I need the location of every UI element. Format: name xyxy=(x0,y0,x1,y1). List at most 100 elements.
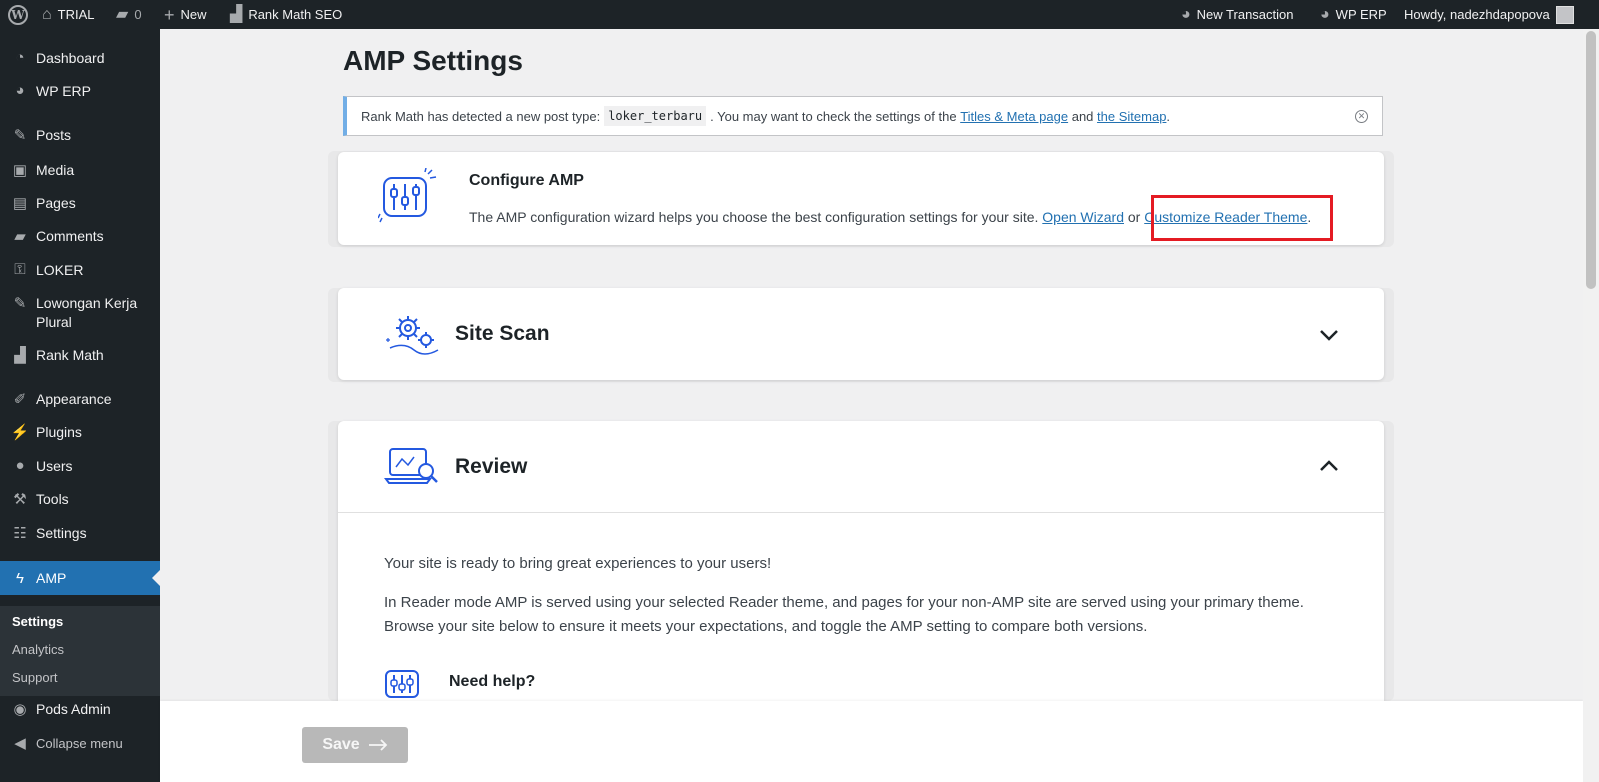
arrow-right-icon xyxy=(368,739,387,751)
sidebar-item-label: AMP xyxy=(36,569,67,586)
home-icon: ⌂ xyxy=(42,5,52,23)
sidebar-item-lowongan-kerja-plural[interactable]: ✎ Lowongan Kerja Plural xyxy=(0,294,160,332)
sidebar-item-label: Pages xyxy=(36,195,76,211)
user-icon: ● xyxy=(15,457,25,474)
sidebar-item-media[interactable]: ▣ Media xyxy=(0,161,160,180)
sidebar-item-label: Posts xyxy=(36,127,72,143)
sidebar-item-rank-math[interactable]: ▟ Rank Math xyxy=(0,346,160,365)
sidebar-item-wp-erp[interactable]: ◕ WP ERP xyxy=(0,82,160,101)
sidebar-item-label: Settings xyxy=(36,525,87,541)
notice-text: Rank Math has detected a new post type: xyxy=(361,108,601,124)
help-sliders-icon xyxy=(385,670,419,698)
page-title: AMP Settings xyxy=(343,45,523,76)
sidebar-item-dashboard[interactable]: ◔ Dashboard xyxy=(0,49,160,68)
sidebar-item-label: Media xyxy=(36,162,75,178)
avatar xyxy=(1555,5,1574,24)
comments-link[interactable]: ▰ 0 xyxy=(116,0,142,29)
erp-icon: ◕ xyxy=(1320,5,1330,23)
comment-icon: ▰ xyxy=(116,5,129,23)
configure-amp-title: Configure AMP xyxy=(469,172,584,189)
new-transaction-label: New Transaction xyxy=(1196,7,1294,22)
rank-math-link[interactable]: ▟ Rank Math SEO xyxy=(230,0,342,29)
admin-bar: W ⌂ TRIAL ▰ 0 + New ▟ Rank Math SEO ◕ Ne… xyxy=(0,0,1599,29)
submenu-item-analytics[interactable]: Analytics xyxy=(12,642,64,657)
save-bar: Save xyxy=(160,701,1583,782)
notice-text: . xyxy=(1166,108,1171,124)
dismiss-notice-icon[interactable]: ✕ xyxy=(1355,110,1368,123)
review-ready-text: Your site is ready to bring great experi… xyxy=(384,555,772,572)
pin-icon: ✎ xyxy=(13,127,27,144)
pods-icon: ◉ xyxy=(13,701,27,718)
chevron-up-icon[interactable] xyxy=(1318,455,1340,477)
or-text: or xyxy=(1127,209,1141,225)
sidebar-item-amp[interactable]: ϟ AMP xyxy=(0,561,160,595)
sidebar-item-label: Comments xyxy=(36,228,104,244)
active-indicator xyxy=(152,570,160,586)
collapse-icon: ◀ xyxy=(14,735,26,752)
post-type-code: loker_terbaru xyxy=(604,106,707,126)
wordpress-logo-button[interactable]: W xyxy=(8,0,28,29)
erp-icon: ◕ xyxy=(15,82,25,99)
site-scan-gears-icon xyxy=(386,316,439,355)
review-card: Review Your site is ready to bring great… xyxy=(338,421,1384,701)
sidebar-item-label: WP ERP xyxy=(36,83,91,99)
rank-math-icon: ▟ xyxy=(230,5,243,23)
chevron-down-icon[interactable] xyxy=(1318,324,1340,346)
review-divider xyxy=(338,512,1384,513)
sidebar-item-users[interactable]: ● Users xyxy=(0,457,160,476)
brush-icon: ✐ xyxy=(13,391,27,408)
site-name-link[interactable]: ⌂ TRIAL xyxy=(42,0,95,29)
need-help-title: Need help? xyxy=(449,673,536,690)
collapse-menu-button[interactable]: ◀ Collapse menu xyxy=(0,734,160,753)
sidebar-item-posts[interactable]: ✎ Posts xyxy=(0,126,160,145)
review-reader-line-1: In Reader mode AMP is served using your … xyxy=(384,594,1304,611)
new-transaction-link[interactable]: ◕ New Transaction xyxy=(1181,0,1294,29)
rank-math-label: Rank Math SEO xyxy=(248,7,343,22)
page-scrollbar[interactable] xyxy=(1583,29,1599,782)
customize-reader-theme-link[interactable]: Customize Reader Theme xyxy=(1144,209,1307,225)
submenu-item-support[interactable]: Support xyxy=(12,670,58,685)
sitemap-link[interactable]: the Sitemap xyxy=(1097,109,1166,124)
save-label: Save xyxy=(322,736,360,753)
amp-icon: ϟ xyxy=(16,569,24,587)
sidebar-item-label: Plugins xyxy=(36,424,82,440)
wp-erp-label: WP ERP xyxy=(1335,7,1387,22)
submenu-item-settings[interactable]: Settings xyxy=(12,614,63,629)
site-name-label: TRIAL xyxy=(57,7,95,22)
configure-amp-card: Configure AMP The AMP configuration wiza… xyxy=(338,152,1384,245)
pages-icon: ▤ xyxy=(12,195,28,212)
sidebar-item-label: Tools xyxy=(36,491,69,507)
erp-icon: ◕ xyxy=(1181,5,1191,23)
review-laptop-search-icon xyxy=(384,448,438,484)
sidebar-item-loker[interactable]: ⚿ LOKER xyxy=(0,261,160,280)
wrench-icon: ⚿ xyxy=(14,261,26,278)
sidebar-item-label: Rank Math xyxy=(36,347,104,363)
sidebar-item-pods-admin[interactable]: ◉ Pods Admin xyxy=(0,700,160,719)
site-scan-title: Site Scan xyxy=(455,322,550,345)
review-reader-line-2: Browse your site below to ensure it meet… xyxy=(384,618,1148,635)
sidebar-item-comments[interactable]: ▰ Comments xyxy=(0,227,160,246)
account-menu[interactable]: Howdy, nadezhdapopova xyxy=(1404,0,1574,29)
new-label: New xyxy=(180,7,207,22)
howdy-label: Howdy, nadezhdapopova xyxy=(1404,7,1550,22)
sidebar-item-plugins[interactable]: ⚡ Plugins xyxy=(0,423,160,442)
sidebar-item-pages[interactable]: ▤ Pages xyxy=(0,194,160,213)
site-scan-card[interactable]: Site Scan xyxy=(338,288,1384,380)
scrollbar-thumb[interactable] xyxy=(1586,31,1596,289)
new-content-link[interactable]: + New xyxy=(164,0,207,29)
sidebar-item-label: Pods Admin xyxy=(36,701,111,717)
save-button[interactable]: Save xyxy=(302,727,408,763)
sidebar-item-settings[interactable]: ☷ Settings xyxy=(0,524,160,543)
open-wizard-link[interactable]: Open Wizard xyxy=(1042,209,1124,225)
wordpress-icon: W xyxy=(8,4,28,25)
dashboard-icon: ◔ xyxy=(15,49,25,66)
period-text: . xyxy=(1307,209,1312,225)
pin-icon: ✎ xyxy=(13,295,27,312)
titles-meta-link[interactable]: Titles & Meta page xyxy=(960,109,1068,124)
plugin-icon: ⚡ xyxy=(10,424,30,441)
sidebar-item-appearance[interactable]: ✐ Appearance xyxy=(0,390,160,409)
sidebar-item-tools[interactable]: ⚒ Tools xyxy=(0,490,160,509)
wp-erp-link[interactable]: ◕ WP ERP xyxy=(1320,0,1387,29)
comment-icon: ▰ xyxy=(14,228,26,245)
configure-sliders-icon xyxy=(378,168,437,223)
